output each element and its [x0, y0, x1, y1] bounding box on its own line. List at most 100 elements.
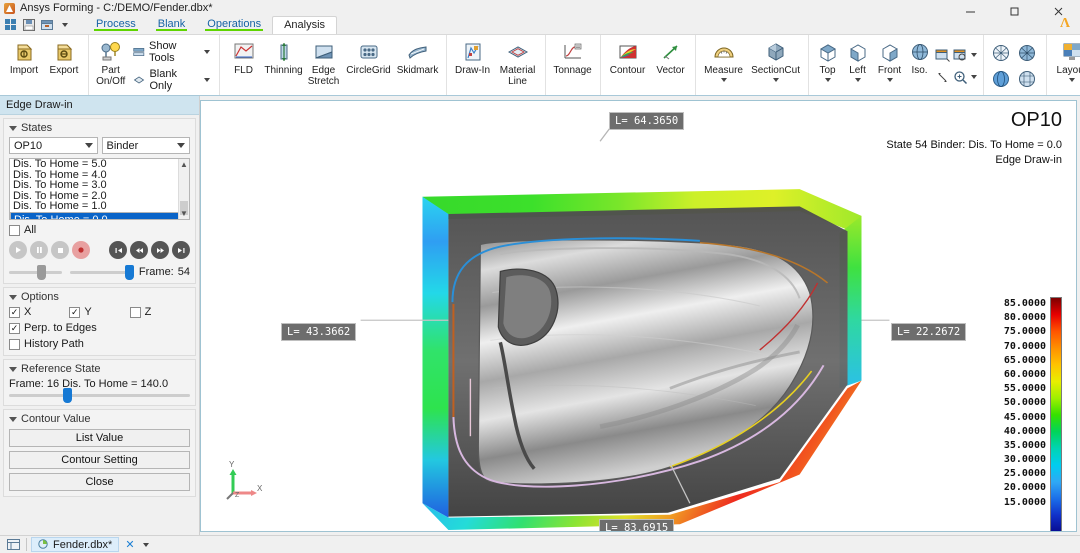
states-listbox[interactable]: Dis. To Home = 5.0 Dis. To Home = 4.0 Di…	[9, 158, 190, 220]
frame-slider[interactable]	[70, 271, 129, 274]
callout-top[interactable]: L= 64.3650	[609, 112, 684, 130]
fld-button[interactable]: FLD	[224, 38, 264, 76]
contour-button[interactable]: Contour	[605, 38, 651, 76]
y-checkbox-group[interactable]: ✓ Y	[69, 306, 129, 318]
speed-slider[interactable]	[9, 271, 62, 274]
callout-bottom[interactable]: L= 83.6915	[599, 519, 674, 532]
zoom-icon[interactable]	[953, 48, 969, 63]
apps-grid-icon[interactable]	[3, 18, 19, 33]
vector-button[interactable]: Vector	[651, 38, 691, 76]
measure-caret-icon[interactable]	[721, 78, 727, 82]
zoom-magnifier-caret-icon[interactable]	[971, 75, 977, 79]
rotate-corner-icon[interactable]	[935, 70, 951, 85]
3d-viewport[interactable]: OP10 State 54 Binder: Dis. To Home = 0.0…	[200, 100, 1077, 532]
import-button[interactable]: Import	[4, 38, 44, 76]
open-project-icon[interactable]	[39, 18, 55, 33]
window-list-icon[interactable]	[4, 537, 22, 552]
list-value-button[interactable]: List Value	[9, 429, 190, 447]
scroll-up-arrow-icon[interactable]: ▲	[179, 159, 189, 170]
all-states-checkbox[interactable]	[9, 225, 20, 236]
view-top-button[interactable]: Top	[813, 38, 843, 82]
blank-only-caret-icon[interactable]	[204, 78, 210, 82]
mesh-wire-icon[interactable]	[988, 40, 1014, 66]
collapse-triangle-icon[interactable]	[9, 367, 17, 372]
perp-to-edges-checkbox[interactable]: ✓	[9, 323, 20, 334]
frame-slider-knob[interactable]	[125, 265, 134, 280]
edge-stretch-button[interactable]: Edge Stretch	[304, 38, 344, 87]
view-front-button[interactable]: Front	[873, 38, 907, 82]
collapse-triangle-icon[interactable]	[9, 126, 17, 131]
list-item[interactable]: Dis. To Home = 5.0	[10, 159, 189, 170]
first-frame-button[interactable]	[109, 241, 127, 259]
mesh-dense-icon[interactable]	[1014, 66, 1040, 92]
collapse-triangle-icon[interactable]	[9, 417, 17, 422]
x-checkbox[interactable]: ✓	[9, 307, 20, 318]
list-item-selected[interactable]: Dis. To Home = 0.0	[10, 212, 189, 221]
x-checkbox-group[interactable]: ✓ X	[9, 306, 69, 318]
next-frame-button[interactable]	[151, 241, 169, 259]
tonnage-button[interactable]: Tonnage	[550, 38, 596, 76]
measure-button[interactable]: Measure	[700, 38, 748, 82]
callout-right[interactable]: L= 22.2672	[891, 323, 966, 341]
list-item[interactable]: Dis. To Home = 3.0	[10, 180, 189, 191]
customize-caret-icon[interactable]	[57, 18, 73, 33]
speed-slider-knob[interactable]	[37, 265, 46, 280]
save-icon[interactable]	[21, 18, 37, 33]
play-button[interactable]	[9, 241, 27, 259]
stop-button[interactable]	[51, 241, 69, 259]
history-path-checkbox[interactable]	[9, 339, 20, 350]
z-checkbox[interactable]	[130, 307, 141, 318]
close-document-tab[interactable]: ✕	[125, 538, 134, 551]
callout-left[interactable]: L= 43.3662	[281, 323, 356, 341]
show-tools-button[interactable]: Show Tools	[130, 38, 212, 66]
prev-frame-button[interactable]	[130, 241, 148, 259]
list-item[interactable]: Dis. To Home = 1.0	[10, 201, 189, 212]
operation-select[interactable]: OP10	[9, 137, 98, 154]
reference-state-header[interactable]: Reference State	[9, 363, 190, 375]
material-line-button[interactable]: Material Line	[495, 38, 541, 87]
view-left-caret-icon[interactable]	[855, 78, 861, 82]
tool-select[interactable]: Binder	[102, 137, 191, 154]
view-top-caret-icon[interactable]	[825, 78, 831, 82]
states-header[interactable]: States	[9, 122, 190, 134]
collapse-triangle-icon[interactable]	[9, 295, 17, 300]
close-panel-button[interactable]: Close	[9, 473, 190, 491]
history-path-row[interactable]: History Path	[9, 338, 190, 350]
reference-state-slider[interactable]	[9, 394, 190, 397]
zoom-magnifier-icon[interactable]	[953, 70, 969, 85]
states-scrollbar[interactable]: ▲ ▼	[178, 159, 189, 219]
view-left-button[interactable]: Left	[843, 38, 873, 82]
tab-blank[interactable]: Blank	[147, 16, 197, 34]
mesh-shaded-icon[interactable]	[1014, 40, 1040, 66]
draw-in-button[interactable]: Draw-In	[451, 38, 495, 76]
contour-value-header[interactable]: Contour Value	[9, 413, 190, 425]
z-checkbox-group[interactable]: Z	[130, 306, 190, 318]
fit-window-icon[interactable]	[935, 48, 951, 63]
layout-button[interactable]: Layout	[1051, 38, 1080, 82]
document-tab[interactable]: Fender.dbx*	[31, 537, 119, 552]
tab-analysis[interactable]: Analysis	[272, 16, 337, 34]
view-iso-button[interactable]: Iso.	[907, 38, 933, 76]
tab-operations[interactable]: Operations	[196, 16, 272, 34]
record-button[interactable]	[72, 241, 90, 259]
reference-state-slider-knob[interactable]	[63, 388, 72, 403]
circlegrid-button[interactable]: CircleGrid	[344, 38, 394, 76]
pause-button[interactable]	[30, 241, 48, 259]
all-states-checkbox-row[interactable]: All	[9, 224, 190, 236]
mesh-solid-icon[interactable]	[988, 66, 1014, 92]
export-button[interactable]: Export	[44, 38, 84, 76]
tab-process[interactable]: Process	[85, 16, 147, 34]
view-front-caret-icon[interactable]	[887, 78, 893, 82]
scroll-down-arrow-icon[interactable]: ▼	[179, 208, 189, 219]
show-tools-caret-icon[interactable]	[204, 50, 210, 54]
last-frame-button[interactable]	[172, 241, 190, 259]
perp-to-edges-row[interactable]: ✓ Perp. to Edges	[9, 322, 190, 334]
part-onoff-button[interactable]: Part On/Off	[93, 38, 128, 87]
layout-caret-icon[interactable]	[1069, 78, 1075, 82]
document-overflow-caret-icon[interactable]	[143, 543, 149, 547]
options-header[interactable]: Options	[9, 291, 190, 303]
y-checkbox[interactable]: ✓	[69, 307, 80, 318]
contour-setting-button[interactable]: Contour Setting	[9, 451, 190, 469]
thinning-button[interactable]: Thinning	[264, 38, 304, 76]
blank-only-button[interactable]: Blank Only	[130, 66, 212, 94]
